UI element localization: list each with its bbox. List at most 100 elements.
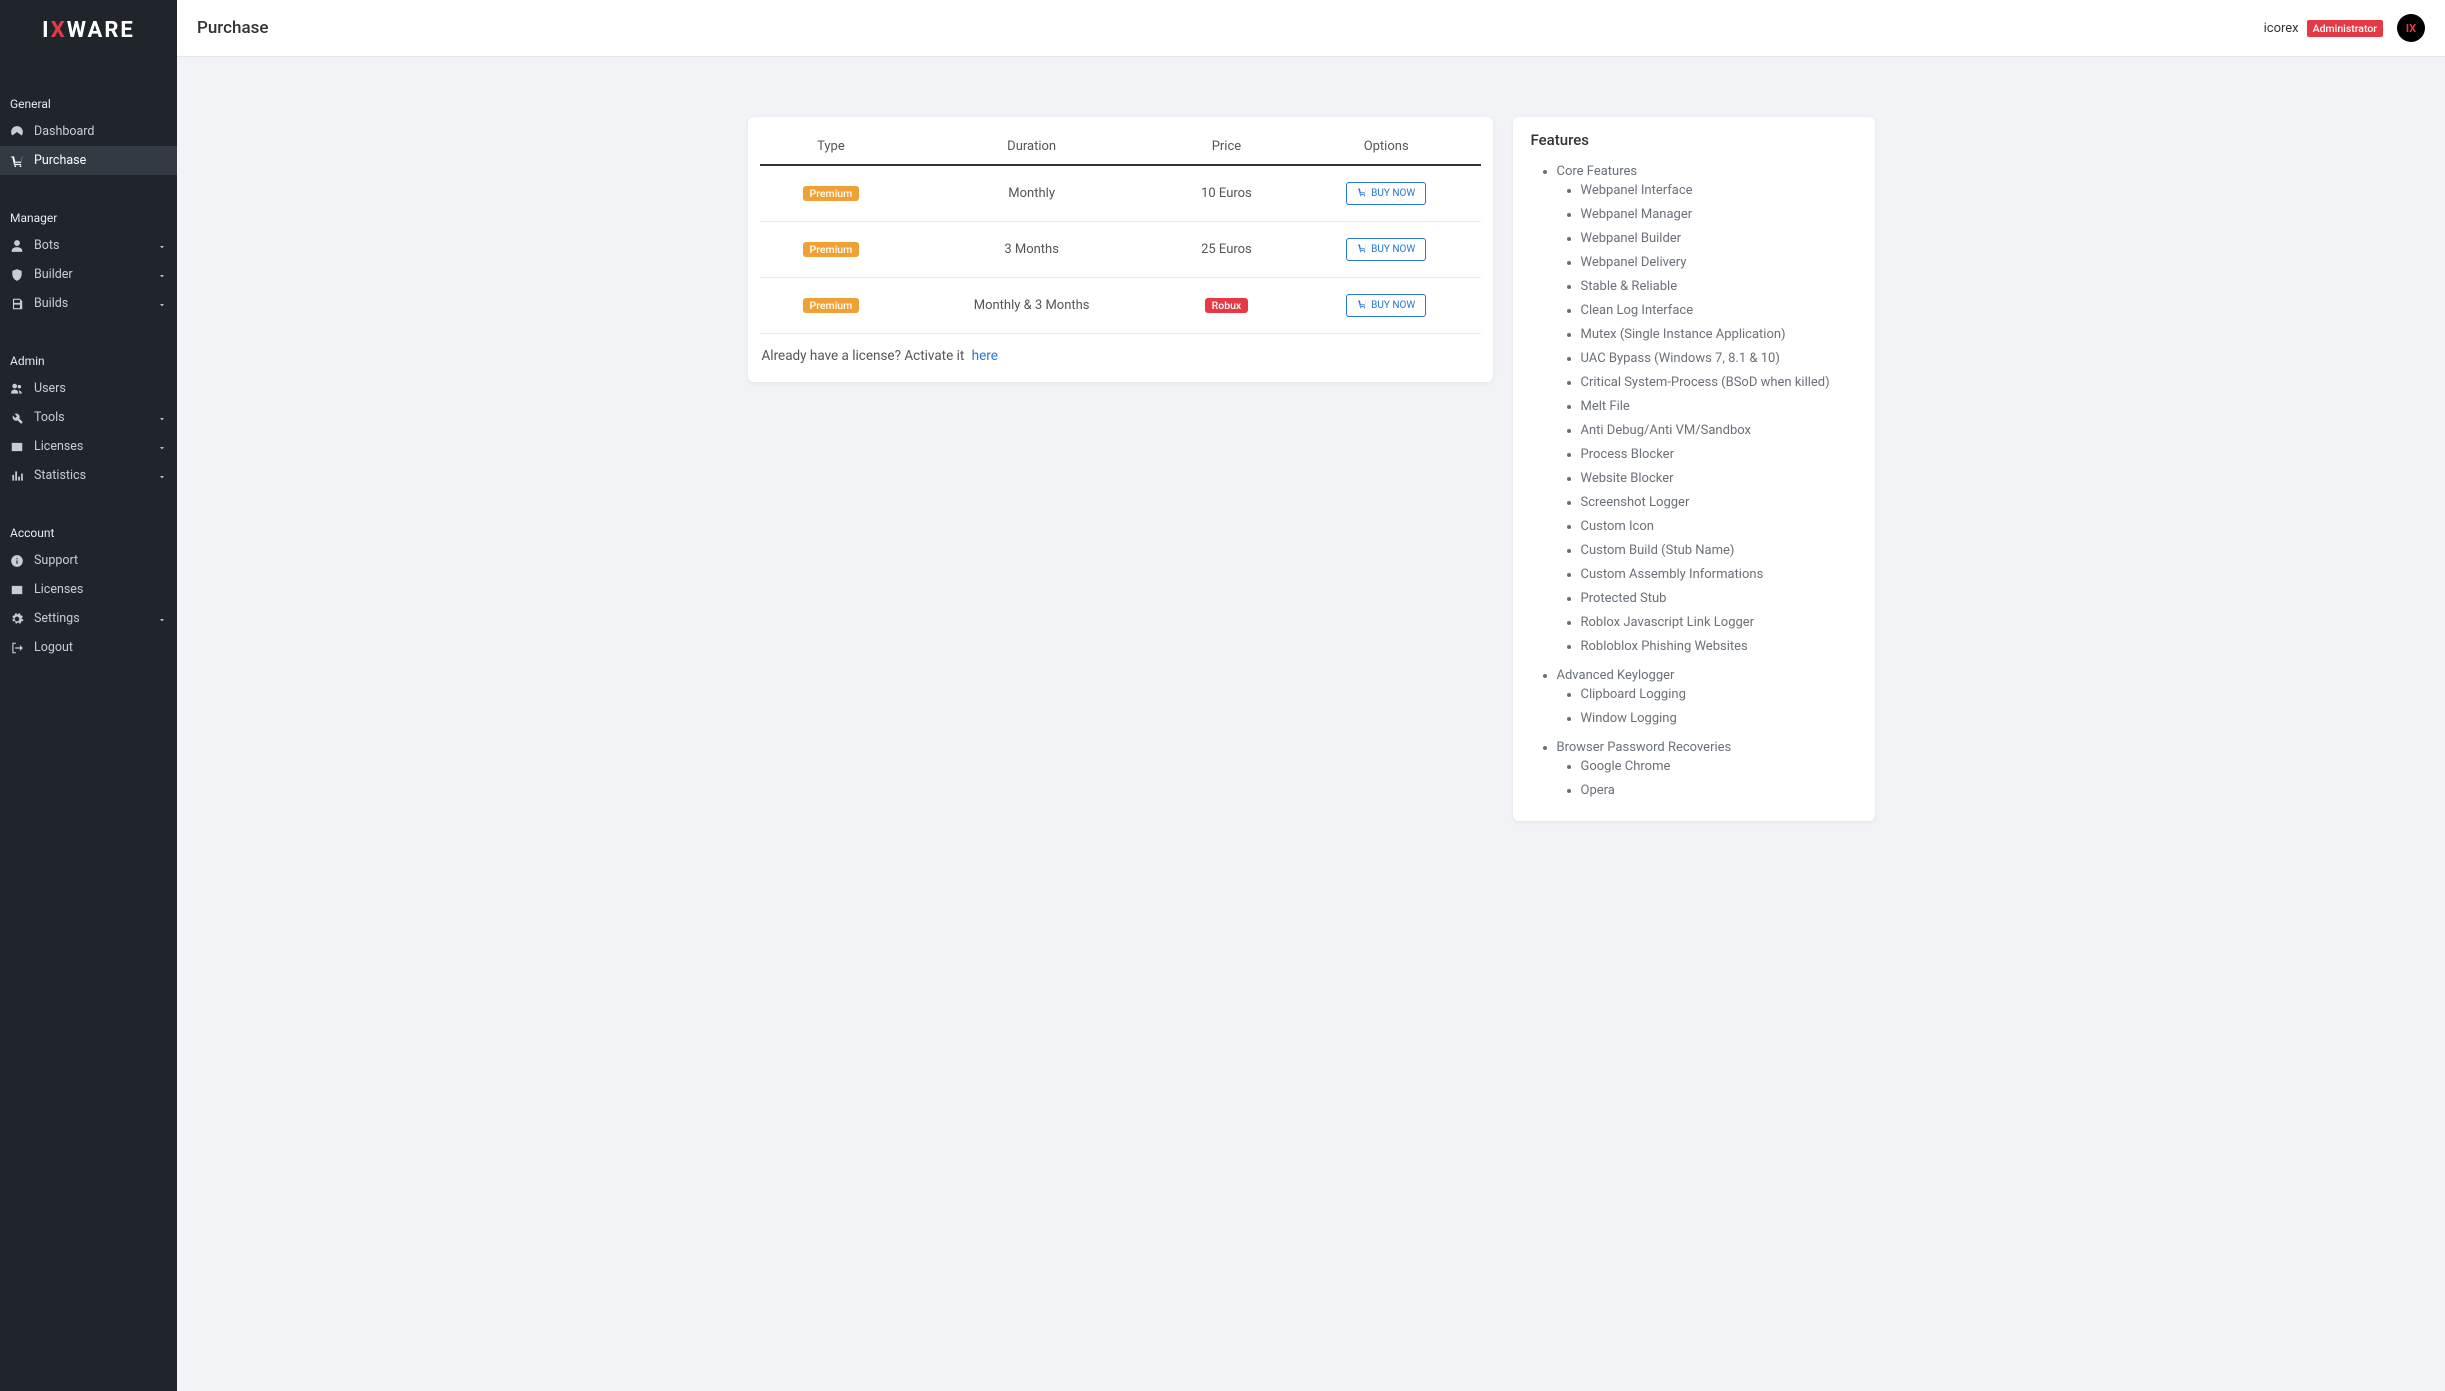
- feature-item: Opera: [1581, 779, 1857, 803]
- buy-now-button[interactable]: BUY NOW: [1346, 182, 1426, 205]
- feature-item: Critical System-Process (BSoD when kille…: [1581, 371, 1857, 395]
- purchase-card: TypeDurationPriceOptions Premium Monthly1…: [748, 117, 1493, 382]
- avatar[interactable]: IX: [2397, 14, 2425, 42]
- card-icon: [10, 583, 24, 597]
- cart-icon: [1357, 187, 1367, 200]
- buy-now-button[interactable]: BUY NOW: [1346, 294, 1426, 317]
- duration-cell: Monthly & 3 Months: [902, 278, 1161, 334]
- buy-now-button[interactable]: BUY NOW: [1346, 238, 1426, 261]
- activate-link[interactable]: here: [972, 348, 998, 364]
- feature-item: Screenshot Logger: [1581, 491, 1857, 515]
- dashboard-icon: [10, 125, 24, 139]
- gear-icon: [10, 612, 24, 626]
- sidebar-item-builder[interactable]: Builder: [0, 260, 177, 289]
- sidebar-item-label: Support: [34, 553, 167, 568]
- nav-section-header: General: [0, 91, 177, 117]
- chevron-down-icon: [157, 442, 167, 452]
- sidebar-item-licenses[interactable]: Licenses: [0, 432, 177, 461]
- content: TypeDurationPriceOptions Premium Monthly1…: [177, 57, 2445, 881]
- feature-item: Webpanel Interface: [1581, 179, 1857, 203]
- feature-item: Custom Icon: [1581, 515, 1857, 539]
- topbar: Purchase icorex Administrator IX: [177, 0, 2445, 57]
- users-icon: [10, 382, 24, 396]
- chevron-down-icon: [157, 299, 167, 309]
- activate-row: Already have a license? Activate it here: [748, 334, 1493, 366]
- column-header: Options: [1292, 129, 1481, 165]
- sidebar-item-licenses[interactable]: Licenses: [0, 575, 177, 604]
- sidebar-item-label: Purchase: [34, 153, 167, 168]
- sidebar-item-bots[interactable]: Bots: [0, 231, 177, 260]
- sidebar-item-statistics[interactable]: Statistics: [0, 461, 177, 490]
- card-icon: [10, 440, 24, 454]
- sidebar-item-label: Settings: [34, 611, 147, 626]
- sidebar-item-label: Tools: [34, 410, 147, 425]
- sidebar-item-purchase[interactable]: Purchase: [0, 146, 177, 175]
- role-badge: Administrator: [2307, 20, 2383, 37]
- feature-group: Core FeaturesWebpanel InterfaceWebpanel …: [1557, 159, 1857, 663]
- sidebar-item-label: Builds: [34, 296, 147, 311]
- logout-icon: [10, 641, 24, 655]
- user-area[interactable]: icorex Administrator IX: [2264, 14, 2425, 42]
- sidebar-item-label: Builder: [34, 267, 147, 282]
- feature-item: Mutex (Single Instance Application): [1581, 323, 1857, 347]
- info-icon: [10, 554, 24, 568]
- column-header: Type: [760, 129, 903, 165]
- type-badge: Premium: [803, 186, 860, 201]
- sidebar-item-settings[interactable]: Settings: [0, 604, 177, 633]
- cart-icon: [10, 154, 24, 168]
- activate-text: Already have a license? Activate it: [762, 348, 965, 364]
- sidebar-item-label: Licenses: [34, 582, 167, 597]
- duration-cell: Monthly: [902, 165, 1161, 222]
- duration-cell: 3 Months: [902, 222, 1161, 278]
- feature-item: Webpanel Delivery: [1581, 251, 1857, 275]
- features-title: Features: [1531, 131, 1857, 149]
- feature-item: Webpanel Builder: [1581, 227, 1857, 251]
- price-cell: Robux: [1161, 278, 1292, 334]
- column-header: Price: [1161, 129, 1292, 165]
- features-card: Features Core FeaturesWebpanel Interface…: [1513, 117, 1875, 821]
- sidebar: IXWARE GeneralDashboard Purchase Manager Bo…: [0, 0, 177, 1391]
- chevron-down-icon: [157, 270, 167, 280]
- sidebar-item-dashboard[interactable]: Dashboard: [0, 117, 177, 146]
- sidebar-item-label: Bots: [34, 238, 147, 253]
- table-row: Premium Monthly & 3 MonthsRobux BUY NOW: [760, 278, 1481, 334]
- page-title: Purchase: [197, 18, 269, 38]
- feature-item: Melt File: [1581, 395, 1857, 419]
- shield-icon: [10, 268, 24, 282]
- sidebar-item-logout[interactable]: Logout: [0, 633, 177, 662]
- sidebar-item-label: Logout: [34, 640, 167, 655]
- sidebar-item-label: Users: [34, 381, 167, 396]
- chart-icon: [10, 469, 24, 483]
- type-badge: Premium: [803, 242, 860, 257]
- feature-item: Clipboard Logging: [1581, 683, 1857, 707]
- feature-item: Roblox Javascript Link Logger: [1581, 611, 1857, 635]
- sidebar-item-tools[interactable]: Tools: [0, 403, 177, 432]
- nav-section-header: Account: [0, 520, 177, 546]
- feature-item: Clean Log Interface: [1581, 299, 1857, 323]
- tools-icon: [10, 411, 24, 425]
- sidebar-item-label: Licenses: [34, 439, 147, 454]
- feature-item: Custom Build (Stub Name): [1581, 539, 1857, 563]
- type-badge: Premium: [803, 298, 860, 313]
- logo: IXWARE: [0, 0, 177, 61]
- table-row: Premium Monthly10 Euros BUY NOW: [760, 165, 1481, 222]
- chevron-down-icon: [157, 413, 167, 423]
- feature-item: Website Blocker: [1581, 467, 1857, 491]
- price-cell: 10 Euros: [1161, 165, 1292, 222]
- feature-group: Browser Password RecoveriesGoogle Chrome…: [1557, 735, 1857, 807]
- feature-item: Window Logging: [1581, 707, 1857, 731]
- sidebar-item-users[interactable]: Users: [0, 374, 177, 403]
- cart-icon: [1357, 243, 1367, 256]
- column-header: Duration: [902, 129, 1161, 165]
- sidebar-item-label: Statistics: [34, 468, 147, 483]
- feature-item: Google Chrome: [1581, 755, 1857, 779]
- nav: GeneralDashboard Purchase Manager Bots Build…: [0, 61, 177, 662]
- chevron-down-icon: [157, 614, 167, 624]
- sidebar-item-builds[interactable]: Builds: [0, 289, 177, 318]
- nav-section-header: Manager: [0, 205, 177, 231]
- table-row: Premium3 Months25 EurosBUY NOW: [760, 222, 1481, 278]
- feature-list: Core FeaturesWebpanel InterfaceWebpanel …: [1531, 159, 1857, 807]
- sidebar-item-support[interactable]: Support: [0, 546, 177, 575]
- feature-item: Protected Stub: [1581, 587, 1857, 611]
- feature-item: Stable & Reliable: [1581, 275, 1857, 299]
